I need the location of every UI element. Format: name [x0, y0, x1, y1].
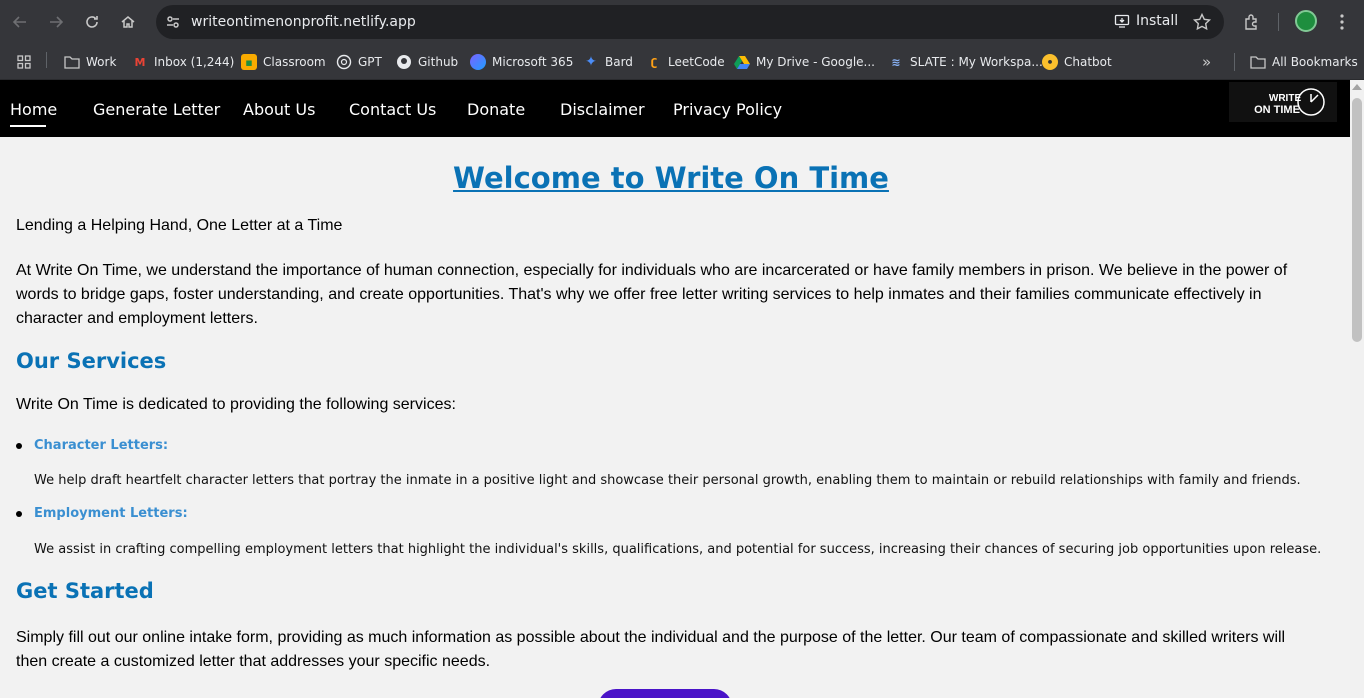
bookmarks-bar: Work M Inbox (1,244) ▪ Classroom GPT Git…	[0, 44, 1364, 80]
scroll-up-arrow-icon[interactable]	[1352, 84, 1362, 90]
bookmark-label: LeetCode	[668, 55, 725, 69]
nav-generate-letter[interactable]: Generate Letter	[93, 100, 220, 119]
site-settings-icon[interactable]	[164, 13, 182, 31]
leetcode-icon: ʗ	[650, 55, 658, 69]
bookmarks-divider	[1234, 53, 1235, 71]
intake-form-button[interactable]	[598, 689, 732, 698]
profile-avatar[interactable]	[1295, 10, 1317, 32]
bookmark-github[interactable]: Github	[396, 51, 458, 73]
bookmark-label: Github	[418, 55, 459, 69]
chatbot-icon: •	[1042, 54, 1058, 70]
tagline: Lending a Helping Hand, One Letter at a …	[16, 217, 343, 234]
get-started-paragraph: Simply fill out our online intake form, …	[16, 629, 1286, 670]
bookmark-gpt[interactable]: GPT	[336, 51, 382, 73]
address-bar[interactable]: writeontimenonprofit.netlify.app Install	[156, 5, 1224, 39]
url-text[interactable]: writeontimenonprofit.netlify.app	[191, 14, 416, 30]
folder-icon	[1250, 54, 1266, 70]
page-title[interactable]: Welcome to Write On Time	[16, 161, 1326, 195]
install-button[interactable]: Install	[1114, 13, 1178, 29]
bookmark-star-icon[interactable]	[1192, 12, 1212, 32]
services-intro: Write On Time is dedicated to providing …	[16, 396, 456, 413]
bookmark-label: Bard	[605, 55, 633, 69]
install-icon	[1114, 14, 1130, 28]
bookmark-inbox[interactable]: M Inbox (1,244)	[132, 51, 235, 73]
classroom-icon: ▪	[241, 54, 257, 70]
get-started-heading: Get Started	[16, 579, 154, 603]
nav-contact-us[interactable]: Contact Us	[349, 100, 436, 119]
all-bookmarks-button[interactable]: All Bookmarks	[1250, 51, 1358, 73]
more-bookmarks-chevron-icon[interactable]: »	[1202, 51, 1211, 73]
bookmark-label: Work	[86, 55, 117, 69]
forward-arrow-icon[interactable]	[44, 10, 68, 34]
bookmark-label: SLATE : My Workspa...	[910, 55, 1043, 69]
nav-about-us[interactable]: About Us	[243, 100, 315, 119]
bookmark-microsoft-365[interactable]: Microsoft 365	[470, 51, 573, 73]
all-bookmarks-label: All Bookmarks	[1272, 55, 1358, 69]
services-heading: Our Services	[16, 349, 167, 373]
nav-privacy-policy[interactable]: Privacy Policy	[673, 100, 782, 119]
logo-graphic: WRITE ON TIME	[1254, 88, 1325, 116]
active-nav-indicator	[10, 125, 46, 127]
slate-icon: ≋	[891, 55, 901, 69]
bookmark-chatbot[interactable]: • Chatbot	[1042, 51, 1112, 73]
extensions-icon[interactable]	[1240, 10, 1264, 34]
reload-icon[interactable]	[80, 10, 104, 34]
toolbar-divider	[1278, 13, 1279, 31]
gmail-icon: M	[134, 55, 146, 69]
bookmark-leetcode[interactable]: ʗ LeetCode	[646, 51, 725, 73]
service-title-character: Character Letters:	[34, 438, 169, 453]
bookmark-my-drive[interactable]: My Drive - Google...	[734, 51, 875, 73]
bookmark-bard[interactable]: ✦ Bard	[583, 51, 633, 73]
bookmark-label: Classroom	[263, 55, 326, 69]
service-title-employment: Employment Letters:	[34, 506, 188, 521]
intro-paragraph: At Write On Time, we understand the impo…	[16, 262, 1288, 327]
bookmark-classroom[interactable]: ▪ Classroom	[241, 51, 326, 73]
bookmark-label: GPT	[358, 55, 382, 69]
bookmark-work[interactable]: Work	[64, 51, 116, 73]
service-desc-character: We help draft heartfelt character letter…	[34, 473, 1301, 488]
bard-icon: ✦	[585, 54, 597, 70]
nav-home[interactable]: Home	[10, 100, 57, 119]
logo-text-top: WRITE	[1269, 93, 1302, 104]
list-bullet	[16, 511, 22, 517]
install-label: Install	[1136, 13, 1179, 29]
bookmark-label: Inbox (1,244)	[154, 55, 235, 69]
site-navbar: Home Generate Letter About Us Contact Us…	[0, 80, 1350, 137]
drive-icon	[734, 54, 750, 70]
gpt-icon	[336, 54, 352, 70]
list-bullet	[16, 443, 22, 449]
microsoft-365-icon	[470, 54, 486, 70]
bookmark-label: Microsoft 365	[492, 55, 574, 69]
folder-icon	[64, 54, 80, 70]
bookmark-label: Chatbot	[1064, 55, 1112, 69]
browser-toolbar: writeontimenonprofit.netlify.app Install	[0, 0, 1364, 44]
bookmark-label: My Drive - Google...	[756, 55, 875, 69]
service-desc-employment: We assist in crafting compelling employm…	[34, 542, 1322, 557]
site-logo[interactable]: WRITE ON TIME	[1229, 82, 1337, 122]
nav-disclaimer[interactable]: Disclaimer	[560, 100, 645, 119]
logo-text-bottom: ON TIME	[1254, 104, 1300, 116]
home-icon[interactable]	[116, 10, 140, 34]
page-viewport: Home Generate Letter About Us Contact Us…	[0, 80, 1364, 698]
back-arrow-icon[interactable]	[8, 10, 32, 34]
scrollbar-thumb[interactable]	[1352, 98, 1362, 342]
nav-donate[interactable]: Donate	[467, 100, 525, 119]
apps-grid-icon[interactable]	[16, 51, 32, 73]
bookmarks-apps-divider	[46, 52, 47, 68]
bookmark-slate[interactable]: ≋ SLATE : My Workspa...	[888, 51, 1043, 73]
github-icon	[396, 54, 412, 70]
kebab-menu-icon[interactable]	[1330, 10, 1354, 34]
